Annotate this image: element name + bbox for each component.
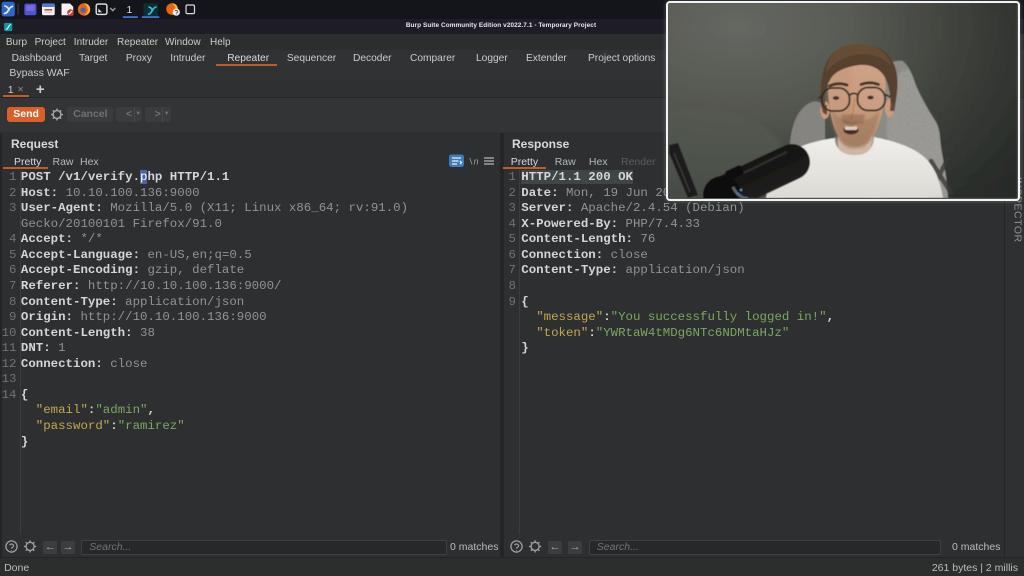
- svg-text:\n: \n: [468, 158, 479, 168]
- svg-text:1: 1: [127, 4, 133, 16]
